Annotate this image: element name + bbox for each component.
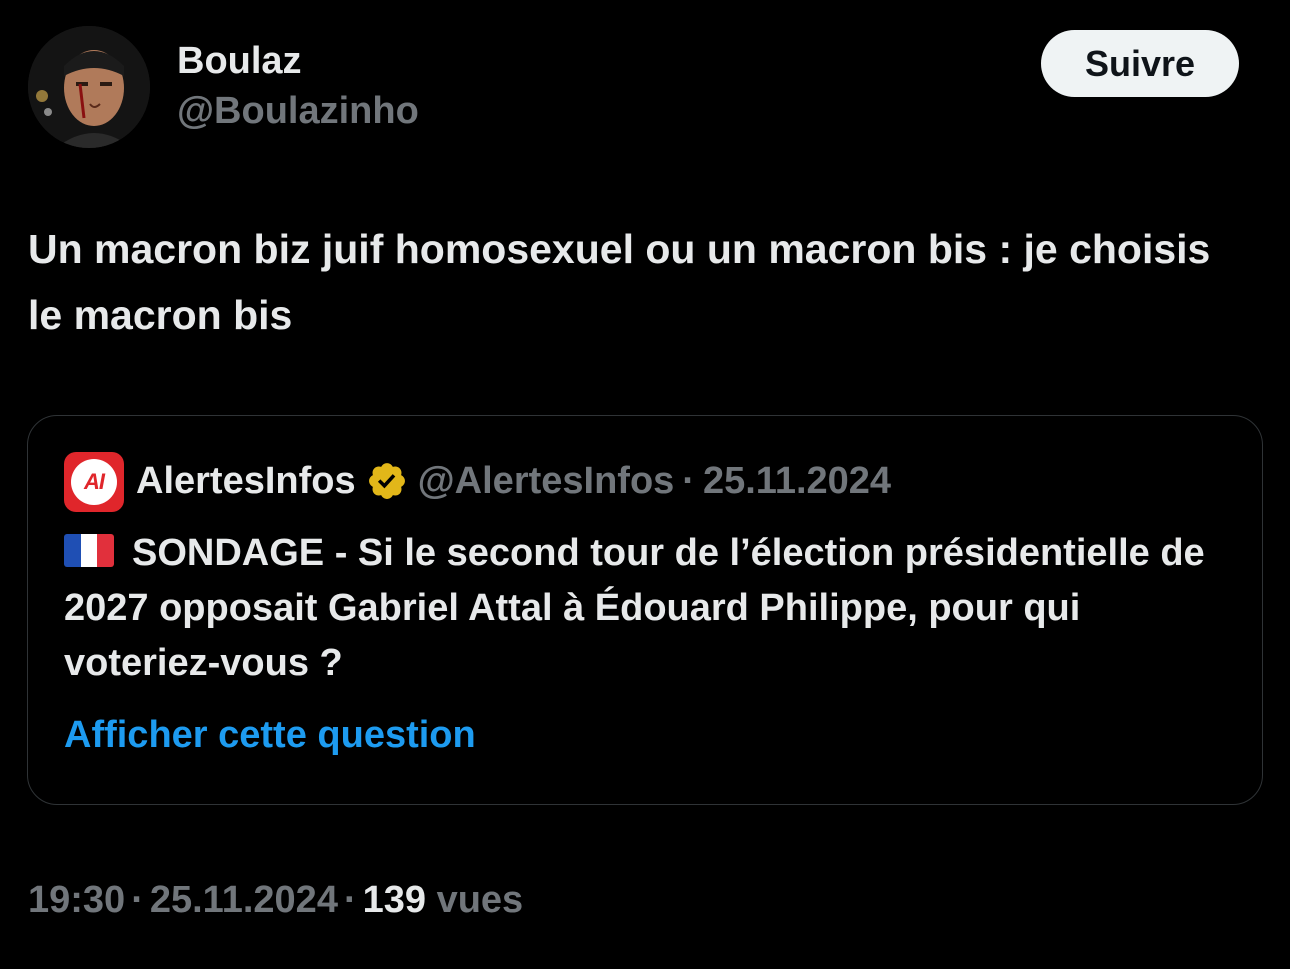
views-label: vues bbox=[436, 879, 524, 921]
quoted-tweet-body: SONDAGE - Si le second tour de l’électio… bbox=[64, 532, 1205, 684]
tweet-meta: 19:30 · 25.11.2024 · 139 vues bbox=[28, 875, 523, 925]
tweet-text: Un macron biz juif homosexuel ou un macr… bbox=[28, 226, 1211, 338]
quoted-tweet-card[interactable]: AI AlertesInfos @AlertesInfos · 25.11.20… bbox=[27, 415, 1263, 805]
follow-button[interactable]: Suivre bbox=[1041, 30, 1239, 97]
views-count: 139 bbox=[362, 879, 427, 921]
separator-dot: · bbox=[682, 460, 695, 502]
quoted-tweet-text: SONDAGE - Si le second tour de l’électio… bbox=[64, 526, 1234, 691]
quoted-author-handle[interactable]: @AlertesInfos bbox=[418, 456, 675, 506]
tweet-detail-page: Boulaz @Boulazinho Suivre Un macron biz … bbox=[0, 0, 1290, 969]
author-handle[interactable]: @Boulazinho bbox=[177, 88, 419, 134]
france-flag-icon bbox=[64, 534, 114, 567]
author-display-name[interactable]: Boulaz bbox=[177, 38, 302, 84]
quoted-author-name[interactable]: AlertesInfos bbox=[136, 456, 356, 506]
show-question-link[interactable]: Afficher cette question bbox=[64, 710, 476, 760]
tweet-time[interactable]: 19:30 bbox=[28, 879, 125, 921]
avatar[interactable] bbox=[28, 26, 150, 148]
tweet-date[interactable]: 25.11.2024 bbox=[150, 879, 338, 921]
quoted-tweet-date: 25.11.2024 bbox=[702, 460, 892, 502]
verified-badge-icon bbox=[368, 463, 405, 499]
quoted-tweet-header: AlertesInfos @AlertesInfos · 25.11.2024 bbox=[136, 456, 891, 506]
alertesinfos-logo-icon[interactable]: AI bbox=[64, 452, 124, 512]
avatar-photo-icon bbox=[28, 26, 150, 148]
separator-dot: · bbox=[343, 879, 357, 921]
separator-dot: · bbox=[131, 879, 144, 921]
logo-text: AI bbox=[84, 469, 105, 494]
